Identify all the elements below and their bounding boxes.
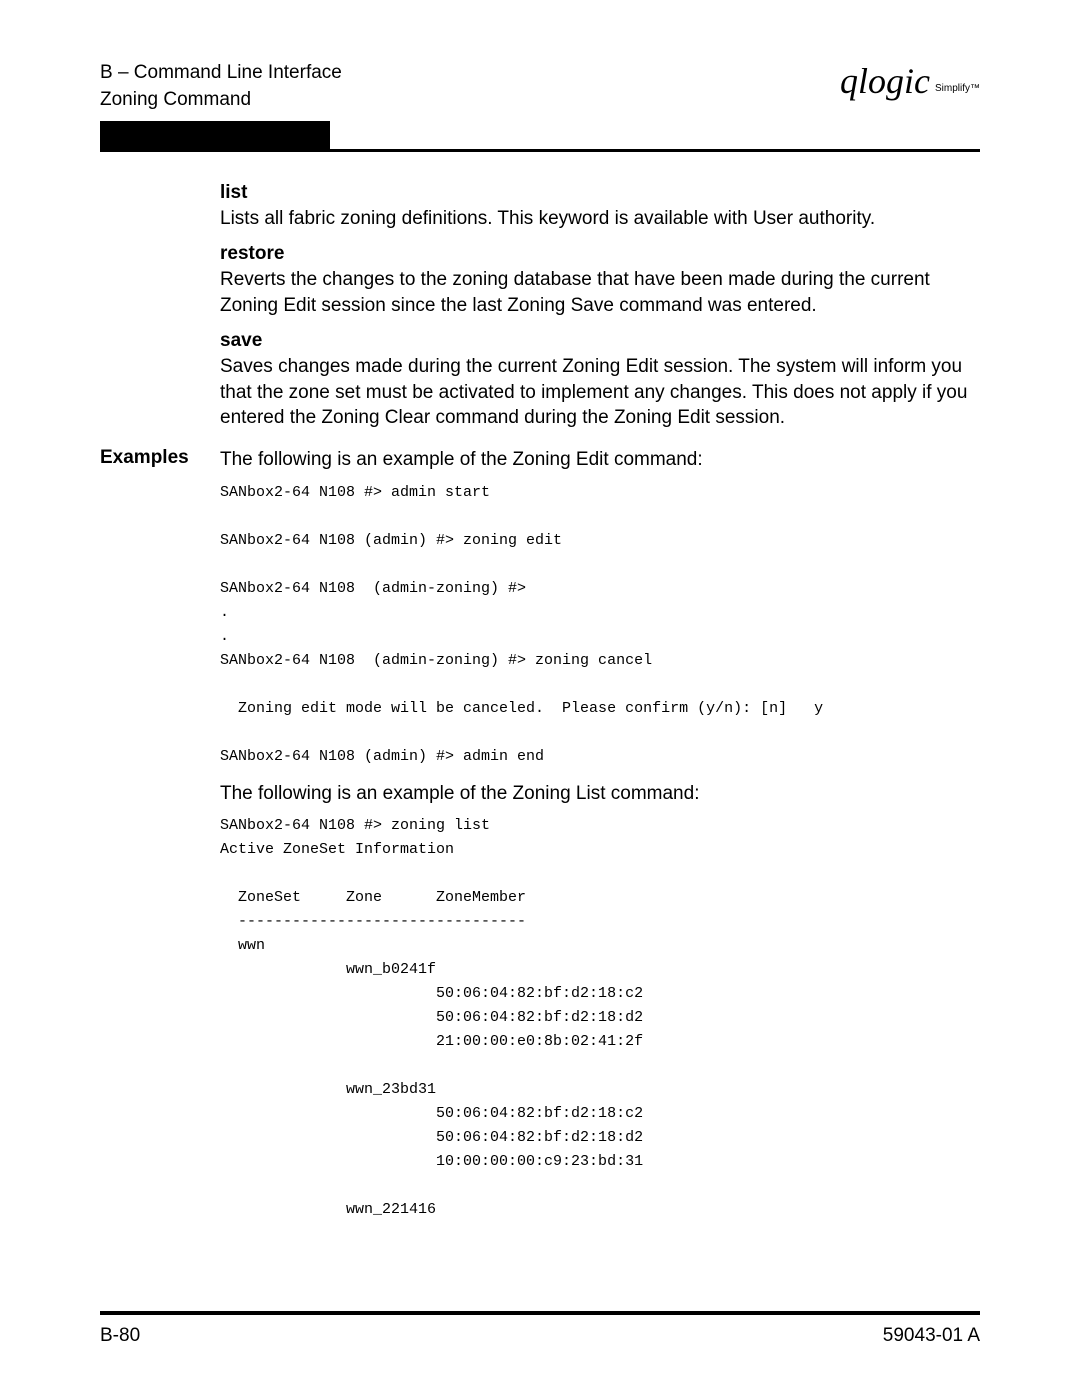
example-intro-1: The following is an example of the Zonin… [220, 447, 980, 473]
keyword-restore-title: restore [220, 241, 980, 267]
example-code-1: SANbox2-64 N108 #> admin start SANbox2-6… [220, 481, 980, 769]
logo-tagline: Simplify™ [935, 83, 980, 94]
examples-section: Examples The following is an example of … [100, 447, 980, 1222]
main-content: list Lists all fabric zoning definitions… [220, 180, 980, 431]
page: B – Command Line Interface Zoning Comman… [0, 0, 1080, 1397]
logo-text: qlogic [840, 61, 930, 101]
examples-label: Examples [100, 447, 220, 469]
header-rule [100, 149, 980, 152]
brand-logo: qlogic Simplify™ [840, 60, 980, 102]
header-black-bar [100, 121, 330, 149]
footer-rule [100, 1311, 980, 1315]
header-chapter: B – Command Line Interface [100, 60, 342, 87]
page-header: B – Command Line Interface Zoning Comman… [100, 60, 980, 113]
keyword-list-desc: Lists all fabric zoning definitions. Thi… [220, 206, 980, 232]
keyword-restore-desc: Reverts the changes to the zoning databa… [220, 267, 980, 318]
keyword-save-desc: Saves changes made during the current Zo… [220, 354, 980, 431]
page-number: B-80 [100, 1325, 140, 1347]
examples-body: The following is an example of the Zonin… [220, 447, 980, 1222]
keyword-list-title: list [220, 180, 980, 206]
footer-row: B-80 59043-01 A [100, 1325, 980, 1347]
page-footer: B-80 59043-01 A [100, 1311, 980, 1347]
keyword-save-title: save [220, 328, 980, 354]
example-intro-2: The following is an example of the Zonin… [220, 781, 980, 807]
doc-number: 59043-01 A [883, 1325, 980, 1347]
header-section: Zoning Command [100, 87, 342, 114]
header-left: B – Command Line Interface Zoning Comman… [100, 60, 342, 113]
example-code-2: SANbox2-64 N108 #> zoning list Active Zo… [220, 814, 980, 1222]
